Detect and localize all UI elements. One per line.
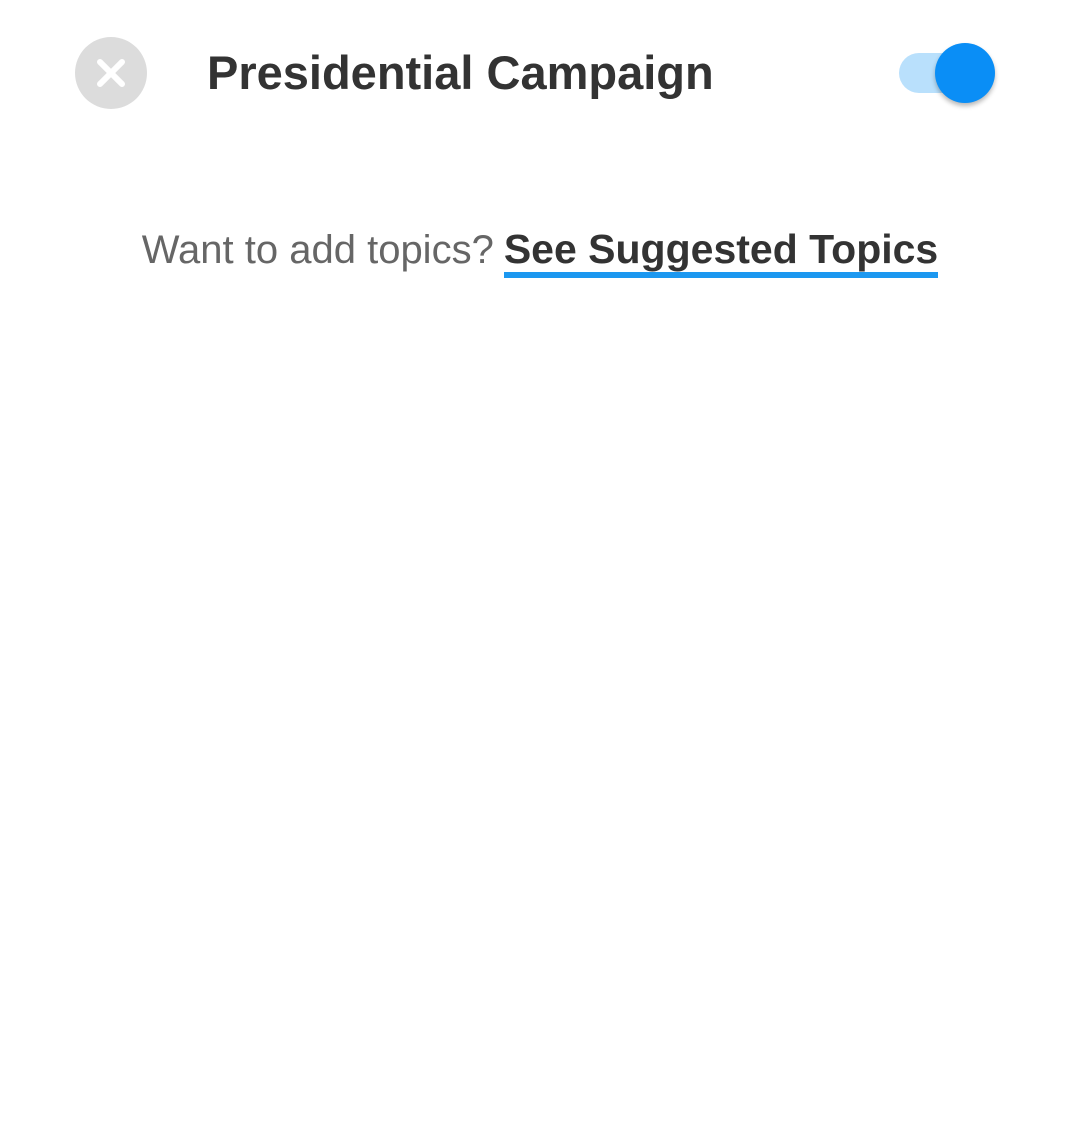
- page-title: Presidential Campaign: [207, 46, 714, 99]
- toggle-thumb[interactable]: [935, 43, 995, 103]
- suggested-topics-row: Want to add topics? See Suggested Topics: [0, 222, 1080, 282]
- follow-toggle[interactable]: [899, 43, 996, 103]
- close-icon: [97, 59, 125, 87]
- see-suggested-topics-link[interactable]: See Suggested Topics: [503, 226, 939, 278]
- add-topics-prompt: Want to add topics?: [141, 228, 494, 272]
- close-button[interactable]: [75, 37, 147, 109]
